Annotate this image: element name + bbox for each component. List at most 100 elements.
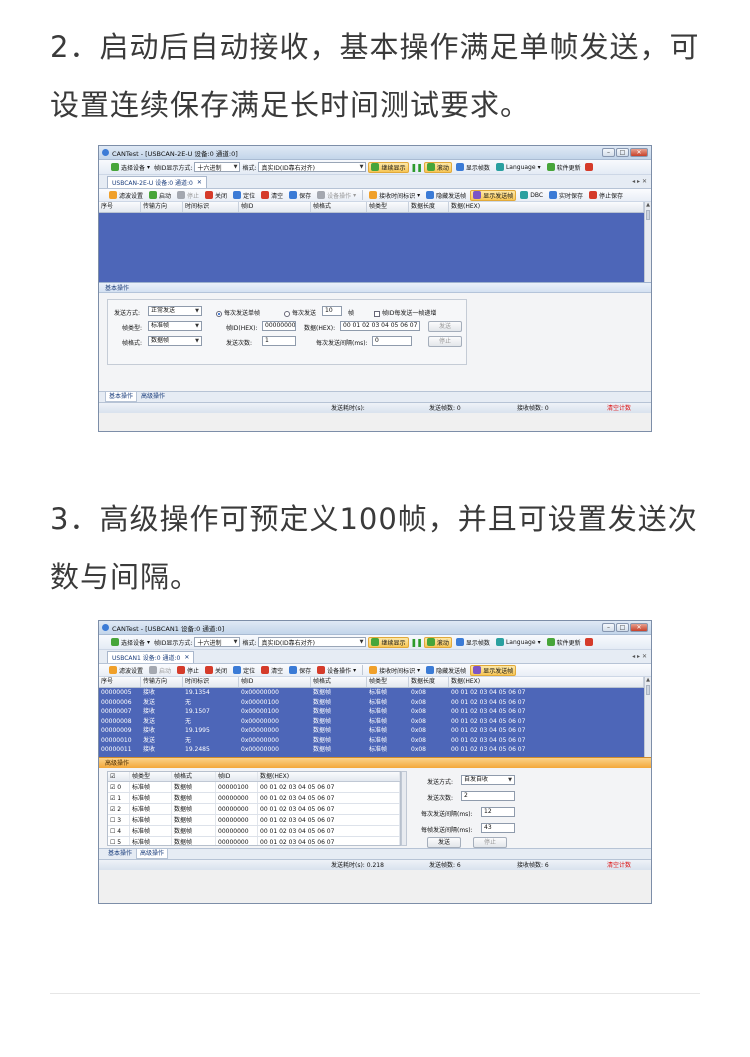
tab-nav-arrows[interactable]: ◂ ▸ ✕ [632,178,647,185]
frame-format-select[interactable]: 数据帧 ▼ [148,336,202,346]
help-icon[interactable] [584,638,593,646]
adv-send-count-input[interactable]: 2 [461,791,515,801]
adv-send-button[interactable]: 发送 [427,837,461,848]
start-button[interactable]: 启动 [147,666,173,675]
scroll-button[interactable]: 滚动 [423,161,452,173]
pause-icon[interactable]: ❚❚ [411,638,423,647]
tab-device-channel[interactable]: USBCAN-2E-U 设备:0 通道:0 ✕ [107,176,207,188]
table-row[interactable]: ☑ 0 标准帧 数据帧 00000100 00 01 02 03 04 05 06 07 [108,782,400,793]
adv-stop-button[interactable]: 停止 [473,837,507,848]
clear-count-button[interactable]: 清空计数 [607,404,631,413]
frame-grid[interactable]: 序号 传输方向 时间标识 帧ID 帧格式 帧类型 数据长度 数据(HEX) ▲ [99,202,651,282]
table-row[interactable]: ☑ 2 标准帧 数据帧 00000000 00 01 02 03 04 05 06 07 [108,804,400,815]
show-sent-frames-button[interactable]: 显示发送帧 [470,189,517,201]
software-update-button[interactable]: 软件更新 [545,638,583,647]
continue-display-button[interactable]: 继续显示 [368,161,409,173]
adv-frame-interval-input[interactable]: 43 [481,823,515,833]
filter-settings-button[interactable]: 滤波设置 [107,191,145,200]
close-button[interactable]: ✕ [630,623,648,632]
show-frame-count-button[interactable]: 显示帧数 [454,638,492,647]
scroll-button[interactable]: 滚动 [423,636,452,648]
locate-button[interactable]: 定位 [231,191,257,200]
close-tab-icon[interactable]: ✕ [197,179,202,186]
format-select[interactable]: 真实ID(ID靠右对齐) ▼ [258,162,367,172]
data-input[interactable]: 00 01 02 03 04 05 06 07 [340,321,420,331]
table-row[interactable]: 00000009 接收 19.1995 0x00000000 数据帧 标准帧 0x08 00 … [99,726,644,736]
radio-multi-frame[interactable]: 每次发送 [284,308,316,317]
send-interval-input[interactable]: 0 [372,336,412,346]
select-device-button[interactable]: 选择设备 ▾ [109,638,152,647]
filter-settings-button[interactable]: 滤波设置 [107,666,145,675]
clear-button[interactable]: 清空 [259,666,285,675]
format-select[interactable]: 真实ID(ID靠右对齐) ▼ [258,637,367,647]
clear-count-button[interactable]: 清空计数 [607,861,631,870]
dbc-button[interactable]: DBC [518,191,545,199]
tab-advanced-operation[interactable]: 高级操作 [136,849,169,859]
continue-display-button[interactable]: 继续显示 [368,636,409,648]
language-button[interactable]: Language ▾ [494,163,543,171]
hide-sent-frames-button[interactable]: 隐藏发送帧 [424,191,468,200]
adv-send-mode-select[interactable]: 自发自收 ▼ [461,775,515,785]
close-button[interactable]: ✕ [630,148,648,157]
maximize-button[interactable]: □ [616,148,629,157]
tab-basic-operation[interactable]: 基本操作 [105,849,135,859]
stop-button[interactable]: 停止 [175,191,201,200]
tab-nav-arrows[interactable]: ◂ ▸ ✕ [632,653,647,660]
table-row[interactable]: 00000005 接收 19.1354 0x00000000 数据帧 标准帧 0x08 00 … [99,688,644,698]
increment-id-checkbox[interactable]: 帧ID每发送一帧递增 [374,308,436,317]
device-operation-button[interactable]: 设备操作 ▾ [315,666,358,675]
pause-icon[interactable]: ❚❚ [411,163,423,172]
grid-scrollbar[interactable]: ▲ [644,677,651,757]
realtime-save-button[interactable]: 实时保存 [547,191,585,200]
tab-advanced-operation[interactable]: 高级操作 [138,392,168,402]
table-row[interactable]: 00000010 发送无 0x00000000 数据帧 标准帧 0x08 00 01 02 … [99,736,644,746]
table-row[interactable]: 00000006 发送无 0x00000100 数据帧 标准帧 0x08 00 01 02 … [99,698,644,708]
table-row[interactable]: ☐ 4 标准帧 数据帧 00000000 00 01 02 03 04 05 06 07 [108,826,400,837]
table-row[interactable]: 00000007 接收 19.1507 0x00000100 数据帧 标准帧 0x08 00 … [99,707,644,717]
show-frame-count-button[interactable]: 显示帧数 [454,163,492,172]
adv-table-scrollbar[interactable] [401,771,407,846]
start-button[interactable]: 启动 [147,191,173,200]
radio-single-frame[interactable]: 每次发送单帧 [216,308,260,317]
stop-button[interactable]: 停止 [175,666,201,675]
table-row[interactable]: ☑ 1 标准帧 数据帧 00000000 00 01 02 03 04 05 06 07 [108,793,400,804]
maximize-button[interactable]: □ [616,623,629,632]
tab-device-channel[interactable]: USBCAN1 设备:0 通道:0 ✕ [107,651,195,663]
send-count-input[interactable]: 1 [262,336,296,346]
save-button[interactable]: 保存 [287,191,313,200]
grid-scrollbar[interactable]: ▲ [644,202,651,282]
stop-save-button[interactable]: 停止保存 [587,191,625,200]
locate-button[interactable]: 定位 [231,666,257,675]
software-update-button[interactable]: 软件更新 [545,163,583,172]
send-mode-select[interactable]: 正常发送 ▼ [148,306,202,316]
table-row[interactable]: 00000011 接收 19.2485 0x00000000 数据帧 标准帧 0x08 00 … [99,745,644,755]
stop-send-button[interactable]: 停止 [428,336,462,347]
table-row[interactable]: ☐ 3 标准帧 数据帧 00000000 00 01 02 03 04 05 06 07 [108,815,400,826]
close-device-button[interactable]: 关闭 [203,666,229,675]
id-mode-select[interactable]: 十六进制 ▼ [194,637,241,647]
show-sent-frames-button[interactable]: 显示发送帧 [470,664,517,676]
table-row[interactable]: ☐ 5 标准帧 数据帧 00000000 00 01 02 03 04 05 06 07 [108,837,400,845]
frame-id-input[interactable]: 00000000 [262,321,296,331]
select-device-button[interactable]: 选择设备 ▾ [109,163,152,172]
language-button[interactable]: Language ▾ [494,638,543,646]
receive-timestamp-button[interactable]: 接收时间标识 ▾ [367,666,422,675]
close-device-button[interactable]: 关闭 [203,191,229,200]
id-mode-select[interactable]: 十六进制 ▼ [194,162,241,172]
minimize-button[interactable]: – [602,148,615,157]
send-button[interactable]: 发送 [428,321,462,332]
frame-grid[interactable]: 序号 传输方向 时间标识 帧ID 帧格式 帧类型 数据长度 数据(HEX) 00… [99,677,651,757]
device-operation-button[interactable]: 设备操作 ▾ [315,191,358,200]
frames-per-send-input[interactable]: 10 [322,306,342,316]
help-icon[interactable] [584,163,593,171]
minimize-button[interactable]: – [602,623,615,632]
frame-type-select[interactable]: 标准帧 ▼ [148,321,202,331]
adv-send-interval-input[interactable]: 12 [481,807,515,817]
close-tab-icon[interactable]: ✕ [184,654,189,661]
clear-button[interactable]: 清空 [259,191,285,200]
predefined-frames-table[interactable]: ☑ 帧类型 帧格式 帧ID 数据(HEX) ☑ 0 标准帧 数据帧 00000100 0… [107,771,401,846]
receive-timestamp-button[interactable]: 接收时间标识 ▾ [367,191,422,200]
save-button[interactable]: 保存 [287,666,313,675]
hide-sent-frames-button[interactable]: 隐藏发送帧 [424,666,468,675]
table-row[interactable]: 00000008 发送无 0x00000000 数据帧 标准帧 0x08 00 01 02 … [99,717,644,727]
